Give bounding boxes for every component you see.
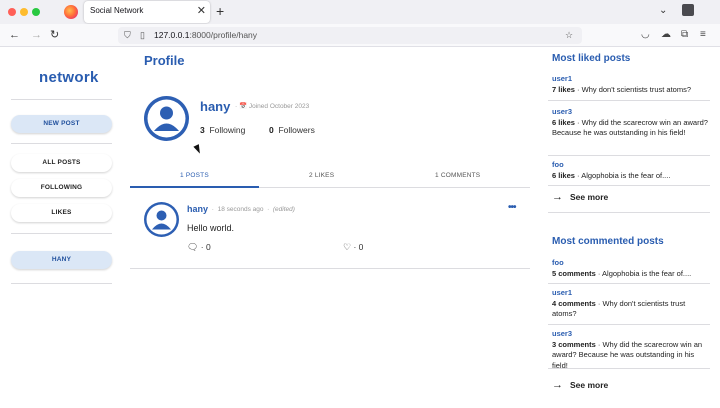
page-title: Profile xyxy=(144,53,185,68)
extension-icon[interactable] xyxy=(682,4,694,16)
main-content: Profile hany · 📅 Joined October 2023 3 F… xyxy=(130,48,530,408)
divider xyxy=(11,143,112,144)
post-author[interactable]: hany xyxy=(187,204,208,214)
post-meta: · 18 seconds ago · (edited) xyxy=(210,206,295,213)
close-window-button[interactable] xyxy=(8,8,16,16)
tab-title: Social Network xyxy=(90,6,144,15)
browser-tab[interactable]: Social Network ✕ xyxy=(84,1,210,23)
list-item[interactable]: foo 6 likes · Algophobia is the fear of.… xyxy=(552,160,708,181)
heart-icon: ♡ xyxy=(343,242,352,252)
list-item[interactable]: user1 7 likes · Why don't scientists tru… xyxy=(552,74,708,95)
list-item[interactable]: user3 6 likes · Why did the scarecrow wi… xyxy=(552,107,708,139)
bookmark-star-icon[interactable]: ☆ xyxy=(565,30,573,41)
divider xyxy=(548,368,710,369)
divider xyxy=(11,283,112,284)
post-body: Hello world. xyxy=(187,223,235,233)
divider xyxy=(548,324,710,325)
firefox-icon[interactable] xyxy=(64,5,78,19)
close-tab-icon[interactable]: ✕ xyxy=(197,4,206,18)
menu-icon[interactable]: ≡ xyxy=(700,29,706,41)
following-count[interactable]: 3 Following xyxy=(200,125,245,135)
more-options-icon[interactable]: ••• xyxy=(508,202,516,213)
minimize-window-button[interactable] xyxy=(20,8,28,16)
list-item[interactable]: user1 4 comments · Why don't scientists … xyxy=(552,288,708,320)
sidebar: network NEW POST ALL POSTS FOLLOWING LIK… xyxy=(11,48,112,408)
divider xyxy=(548,212,710,213)
sync-icon[interactable]: ☁ xyxy=(661,29,671,41)
page-icon: ▯ xyxy=(140,30,145,40)
most-commented-title: Most commented posts xyxy=(552,236,664,247)
tab-posts[interactable]: 1 POSTS xyxy=(180,172,209,179)
user-profile-button[interactable]: HANY xyxy=(11,251,112,269)
post-card: hany · 18 seconds ago · (edited) ••• Hel… xyxy=(130,189,530,269)
divider xyxy=(11,99,112,100)
active-tab-indicator xyxy=(130,186,259,188)
new-tab-button[interactable]: + xyxy=(216,4,224,18)
nav-likes[interactable]: LIKES xyxy=(11,204,112,222)
url-bar[interactable]: ⛉ ▯ 127.0.0.1:8000/profile/hany ☆ xyxy=(118,27,582,44)
new-post-button[interactable]: NEW POST xyxy=(11,115,112,133)
maximize-window-button[interactable] xyxy=(32,8,40,16)
see-more-liked-link[interactable]: → See more xyxy=(552,191,608,203)
back-arrow-icon[interactable]: ← xyxy=(9,29,20,41)
extensions-icon[interactable]: ⧉ xyxy=(681,29,688,41)
arrow-right-icon: → xyxy=(552,379,563,391)
most-liked-title: Most liked posts xyxy=(552,53,631,64)
page: network NEW POST ALL POSTS FOLLOWING LIK… xyxy=(0,48,720,408)
followers-count[interactable]: 0 Followers xyxy=(269,125,315,135)
url-text[interactable]: 127.0.0.1:8000/profile/hany xyxy=(154,30,257,40)
tab-comments[interactable]: 1 COMMENTS xyxy=(435,172,480,179)
list-item[interactable]: foo 5 comments · Algophobia is the fear … xyxy=(552,258,708,279)
list-tabs-chevron-icon[interactable]: ⌄ xyxy=(659,5,667,16)
nav-following[interactable]: FOLLOWING xyxy=(11,179,112,197)
browser-tab-bar: Social Network ✕ + ⌄ xyxy=(0,0,720,24)
comment-icon: 🗨 xyxy=(187,242,199,252)
joined-date: · 📅 Joined October 2023 xyxy=(235,103,310,110)
reload-icon[interactable]: ↻ xyxy=(50,29,59,41)
divider xyxy=(548,155,710,156)
browser-nav-bar: ← → ↻ ⛉ ▯ 127.0.0.1:8000/profile/hany ☆ … xyxy=(0,24,720,47)
forward-arrow-icon[interactable]: → xyxy=(31,29,42,41)
comment-button[interactable]: 🗨 · 0 xyxy=(187,242,211,253)
profile-tabs: 1 POSTS 2 LIKES 1 COMMENTS xyxy=(130,170,530,188)
avatar xyxy=(144,96,189,141)
divider xyxy=(11,233,112,234)
arrow-right-icon: → xyxy=(552,191,563,203)
site-logo[interactable]: network xyxy=(39,69,99,86)
nav-all-posts[interactable]: ALL POSTS xyxy=(11,154,112,172)
shield-icon[interactable]: ⛉ xyxy=(124,30,131,41)
list-item[interactable]: user3 3 comments · Why did the scarecrow… xyxy=(552,329,708,371)
pocket-icon[interactable]: ◡ xyxy=(641,29,650,41)
right-sidebar: Most liked posts user1 7 likes · Why don… xyxy=(548,48,710,408)
tab-likes[interactable]: 2 LIKES xyxy=(309,172,334,179)
see-more-commented-link[interactable]: → See more xyxy=(552,379,608,391)
like-button[interactable]: ♡ · 0 xyxy=(343,242,363,253)
divider xyxy=(548,185,710,186)
post-avatar[interactable] xyxy=(144,202,179,237)
divider xyxy=(548,100,710,101)
divider xyxy=(548,283,710,284)
profile-username: hany xyxy=(200,99,231,114)
